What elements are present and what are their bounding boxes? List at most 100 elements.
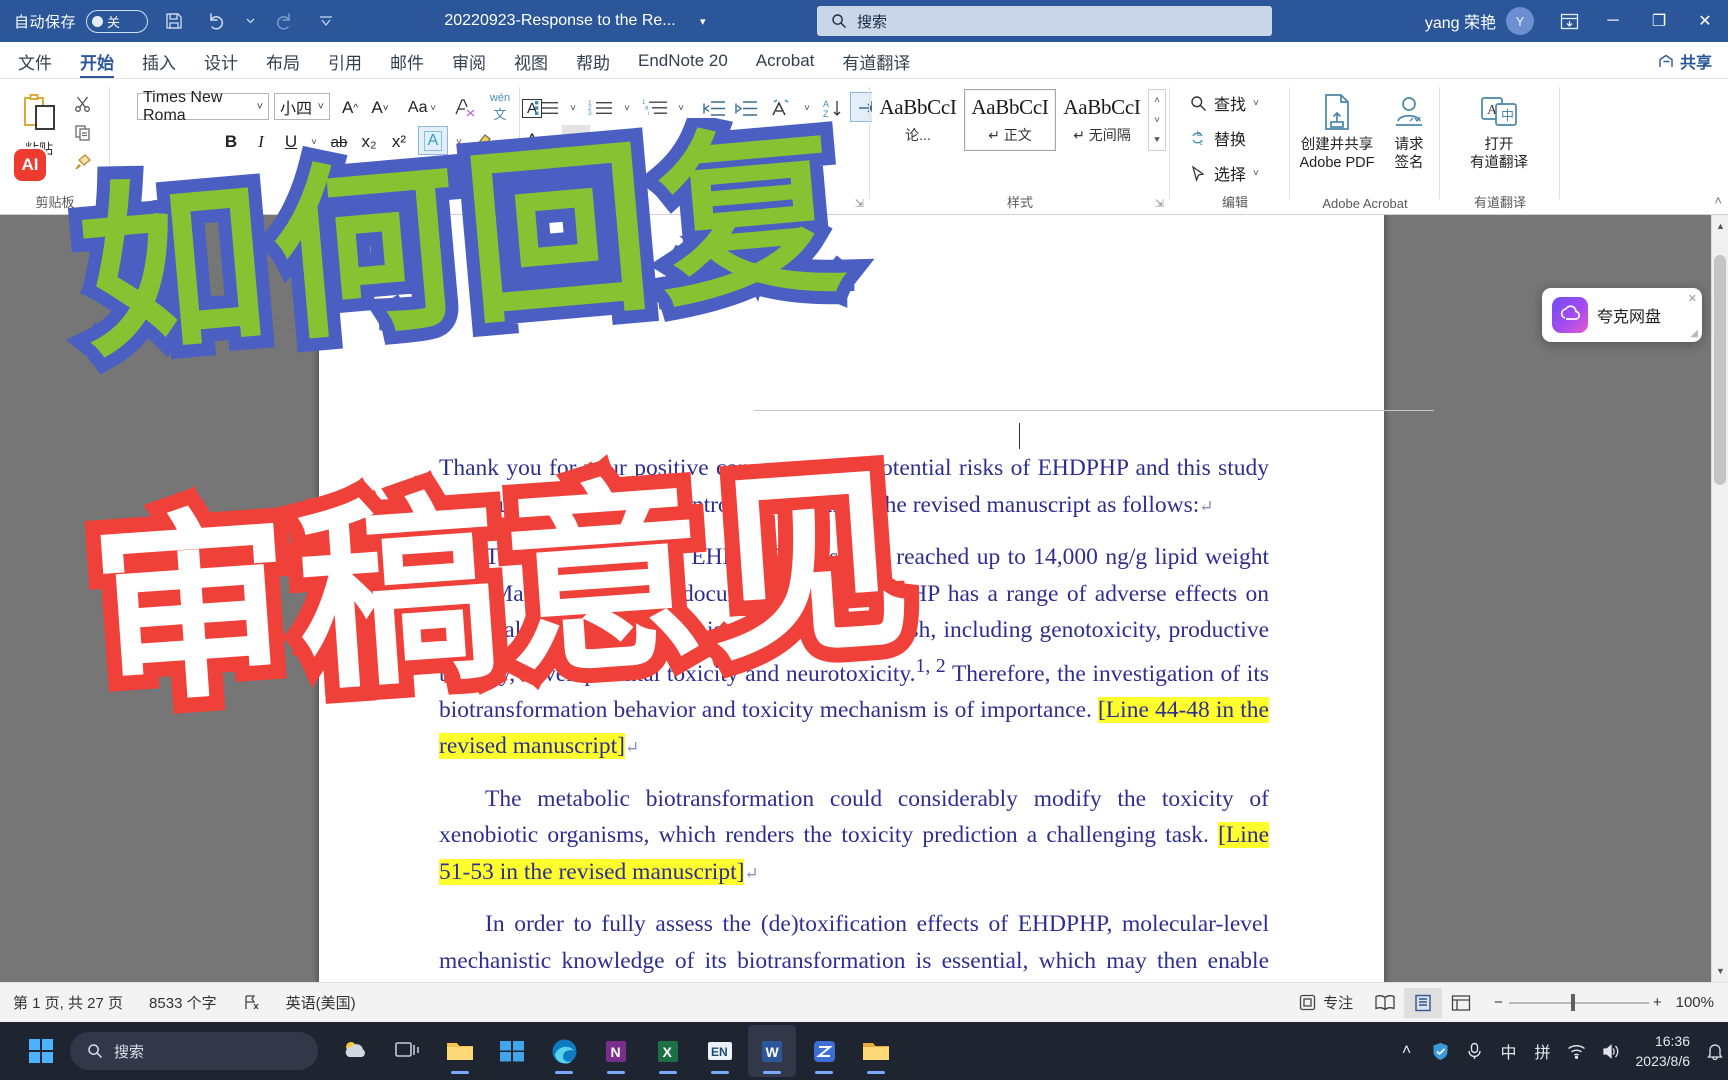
styles-more-icon[interactable]: ⯆	[1149, 130, 1165, 150]
superscript-button[interactable]: x²	[385, 127, 413, 157]
change-case-button[interactable]: Aa ˅	[400, 93, 444, 123]
document-page[interactable]: Thank you for your positive comments. Th…	[319, 215, 1434, 982]
shrink-font-button[interactable]: A ˅	[366, 93, 394, 123]
tab-insert[interactable]: 插入	[128, 44, 190, 78]
zoom-knob[interactable]	[1570, 994, 1575, 1011]
highlight-dropdown-icon[interactable]: ˅	[500, 127, 518, 157]
font-size-combobox[interactable]: 小四 ˅	[274, 93, 330, 120]
scissors-icon[interactable]	[66, 89, 100, 118]
microphone-icon[interactable]	[1458, 1042, 1492, 1060]
replace-button[interactable]: b c 替换	[1190, 126, 1246, 150]
edge-browser-icon[interactable]	[540, 1025, 588, 1077]
notification-icon[interactable]	[1702, 1043, 1728, 1060]
underline-dropdown-icon[interactable]: ˅	[304, 127, 324, 157]
save-icon[interactable]	[158, 6, 190, 36]
bullet-dropdown-icon[interactable]: ˅	[564, 93, 582, 123]
page-indicator[interactable]: 第 1 页, 共 27 页	[0, 992, 136, 1013]
phonetic-guide-icon[interactable]: wén 文	[483, 89, 517, 125]
select-button[interactable]: 选择 ˅	[1190, 161, 1259, 185]
sort-icon[interactable]	[764, 93, 798, 123]
folder-icon[interactable]	[852, 1025, 900, 1077]
zoom-out-button[interactable]: −	[1480, 994, 1509, 1011]
clipboard-dialog-launcher[interactable]: ⇲	[97, 197, 106, 210]
tab-design[interactable]: 设计	[190, 44, 252, 78]
style-card-2[interactable]: AaBbCcI ↵ 无间隔	[1056, 89, 1148, 151]
excel-icon[interactable]: X	[644, 1025, 692, 1077]
tab-acrobat[interactable]: Acrobat	[742, 44, 829, 78]
language-indicator[interactable]: 英语(美国)	[273, 992, 369, 1013]
document-canvas[interactable]: Thank you for your positive comments. Th…	[0, 215, 1728, 982]
styles-dialog-launcher[interactable]: ⇲	[1155, 197, 1164, 210]
zoom-in-button[interactable]: +	[1649, 994, 1666, 1011]
find-button[interactable]: 查找 ˅	[1190, 91, 1259, 115]
styles-scroll-down-icon[interactable]: ˅	[1149, 110, 1165, 130]
find-dropdown-icon[interactable]: ˅	[1253, 98, 1259, 109]
file-explorer-icon[interactable]	[436, 1025, 484, 1077]
volume-icon[interactable]	[1594, 1043, 1628, 1060]
sort-dropdown-icon[interactable]: ˅	[798, 93, 816, 123]
create-share-pdf-button[interactable]: 创建并共享 Adobe PDF	[1294, 87, 1380, 172]
font-name-combobox[interactable]: Times New Roma ˅	[137, 89, 269, 124]
document-text[interactable]: Thank you for your positive comments. Th…	[439, 450, 1269, 982]
scroll-up-icon[interactable]: ▲	[1712, 217, 1728, 235]
word-count[interactable]: 8533 个字	[136, 992, 230, 1013]
undo-icon[interactable]	[200, 6, 232, 36]
close-icon[interactable]: ✕	[1688, 292, 1697, 305]
text-highlight-icon[interactable]	[468, 125, 500, 155]
bold-button[interactable]: B	[218, 127, 244, 157]
share-button[interactable]: 共享	[1658, 49, 1712, 73]
scroll-down-icon[interactable]: ▼	[1712, 962, 1728, 980]
bullet-list-icon[interactable]	[530, 93, 564, 123]
document-vertical-scrollbar[interactable]: ▲ ▼	[1711, 215, 1728, 982]
print-layout-icon[interactable]	[1404, 987, 1443, 1018]
copy-icon[interactable]	[66, 118, 100, 147]
customize-quick-access-icon[interactable]	[310, 6, 342, 36]
task-view-icon[interactable]	[384, 1025, 432, 1077]
search-box[interactable]: 搜索	[817, 6, 1272, 36]
paragraph-dialog-launcher[interactable]: ⇲	[855, 197, 864, 210]
style-card-1[interactable]: AaBbCcI ↵ 正文	[964, 89, 1056, 151]
read-mode-icon[interactable]	[1366, 988, 1404, 1018]
undo-dropdown-caret-icon[interactable]	[242, 6, 258, 36]
font-dialog-launcher[interactable]: ⇲	[505, 197, 514, 210]
weather-widget-icon[interactable]	[332, 1025, 380, 1077]
show-hidden-icons-icon[interactable]: ˄	[1390, 1042, 1424, 1060]
web-layout-icon[interactable]	[1442, 988, 1480, 1018]
word-icon[interactable]: W	[748, 1025, 796, 1077]
text-effects-icon[interactable]: A	[418, 126, 448, 155]
open-youdao-button[interactable]: A 中 打开 有道翻译	[1456, 87, 1542, 172]
quark-netdisk-toast[interactable]: 夸克网盘 ✕ ◢	[1542, 288, 1702, 342]
tab-home[interactable]: 开始	[66, 44, 128, 78]
styles-scroll-up-icon[interactable]: ˄	[1149, 90, 1165, 110]
ai-assistant-badge[interactable]: AI	[12, 147, 48, 183]
onenote-icon[interactable]: N	[592, 1025, 640, 1077]
numbered-list-icon[interactable]: 1 2 3	[584, 93, 618, 123]
multilevel-list-icon[interactable]: 1 a i	[638, 93, 672, 123]
styles-gallery-scroll[interactable]: ˄ ˅ ⯆	[1148, 89, 1166, 151]
user-name[interactable]: yang 荣艳	[1425, 9, 1496, 33]
collapse-ribbon-icon[interactable]: ˄	[1714, 193, 1722, 208]
microsoft-store-icon[interactable]	[488, 1025, 536, 1077]
clear-formatting-icon[interactable]	[450, 93, 482, 123]
tab-help[interactable]: 帮助	[562, 44, 624, 78]
increase-indent-icon[interactable]	[730, 93, 762, 123]
decrease-indent-icon[interactable]	[698, 93, 730, 123]
focus-mode-button[interactable]: 专注	[1286, 992, 1366, 1013]
wifi-icon[interactable]	[1560, 1043, 1594, 1059]
document-title-dropdown-icon[interactable]: ▾	[700, 15, 706, 28]
tab-mailings[interactable]: 邮件	[376, 44, 438, 78]
ime-pinyin[interactable]: 拼	[1526, 1039, 1560, 1063]
multilevel-dropdown-icon[interactable]: ˅	[672, 93, 690, 123]
endnote-icon[interactable]: EN	[696, 1025, 744, 1077]
ribbon-display-options-icon[interactable]	[1548, 0, 1590, 42]
tab-youdao[interactable]: 有道翻译	[828, 44, 924, 78]
subscript-button[interactable]: x₂	[355, 127, 383, 157]
grow-font-button[interactable]: A ^	[336, 93, 364, 123]
style-card-0[interactable]: AaBbCcI 论...	[872, 89, 964, 151]
autosave-toggle[interactable]: 关	[86, 9, 149, 33]
avatar[interactable]: Y	[1506, 7, 1534, 35]
format-painter-icon[interactable]	[66, 147, 100, 176]
strikethrough-button[interactable]: ab	[325, 127, 353, 157]
restore-button[interactable]: ❐	[1636, 0, 1682, 42]
minimize-button[interactable]: ─	[1590, 0, 1636, 42]
